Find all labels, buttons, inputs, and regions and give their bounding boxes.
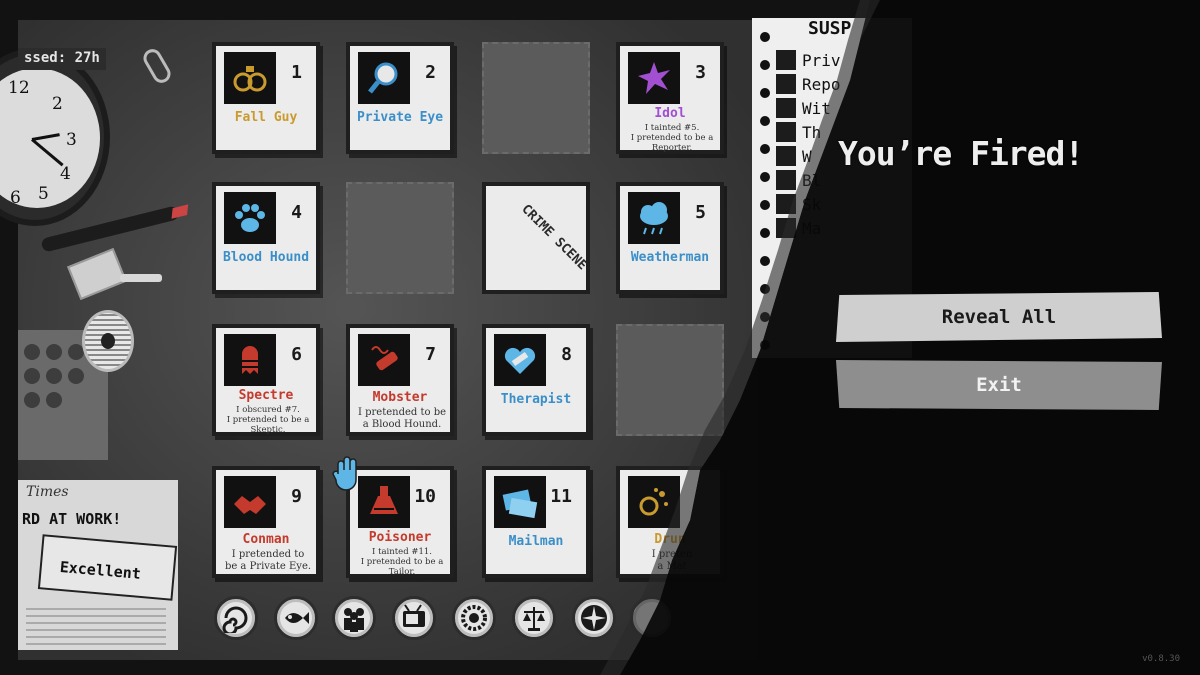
reveal-all-button[interactable]: Reveal All — [836, 292, 1162, 342]
game-scene: 12 2 3 4 5 6 ssed: 27h Times RD AT WORK!… — [0, 0, 1200, 675]
exit-button[interactable]: Exit — [836, 360, 1162, 410]
game-over-title: You’re Fired! — [838, 134, 1084, 173]
version-label: v0.8.30 — [1142, 654, 1180, 664]
